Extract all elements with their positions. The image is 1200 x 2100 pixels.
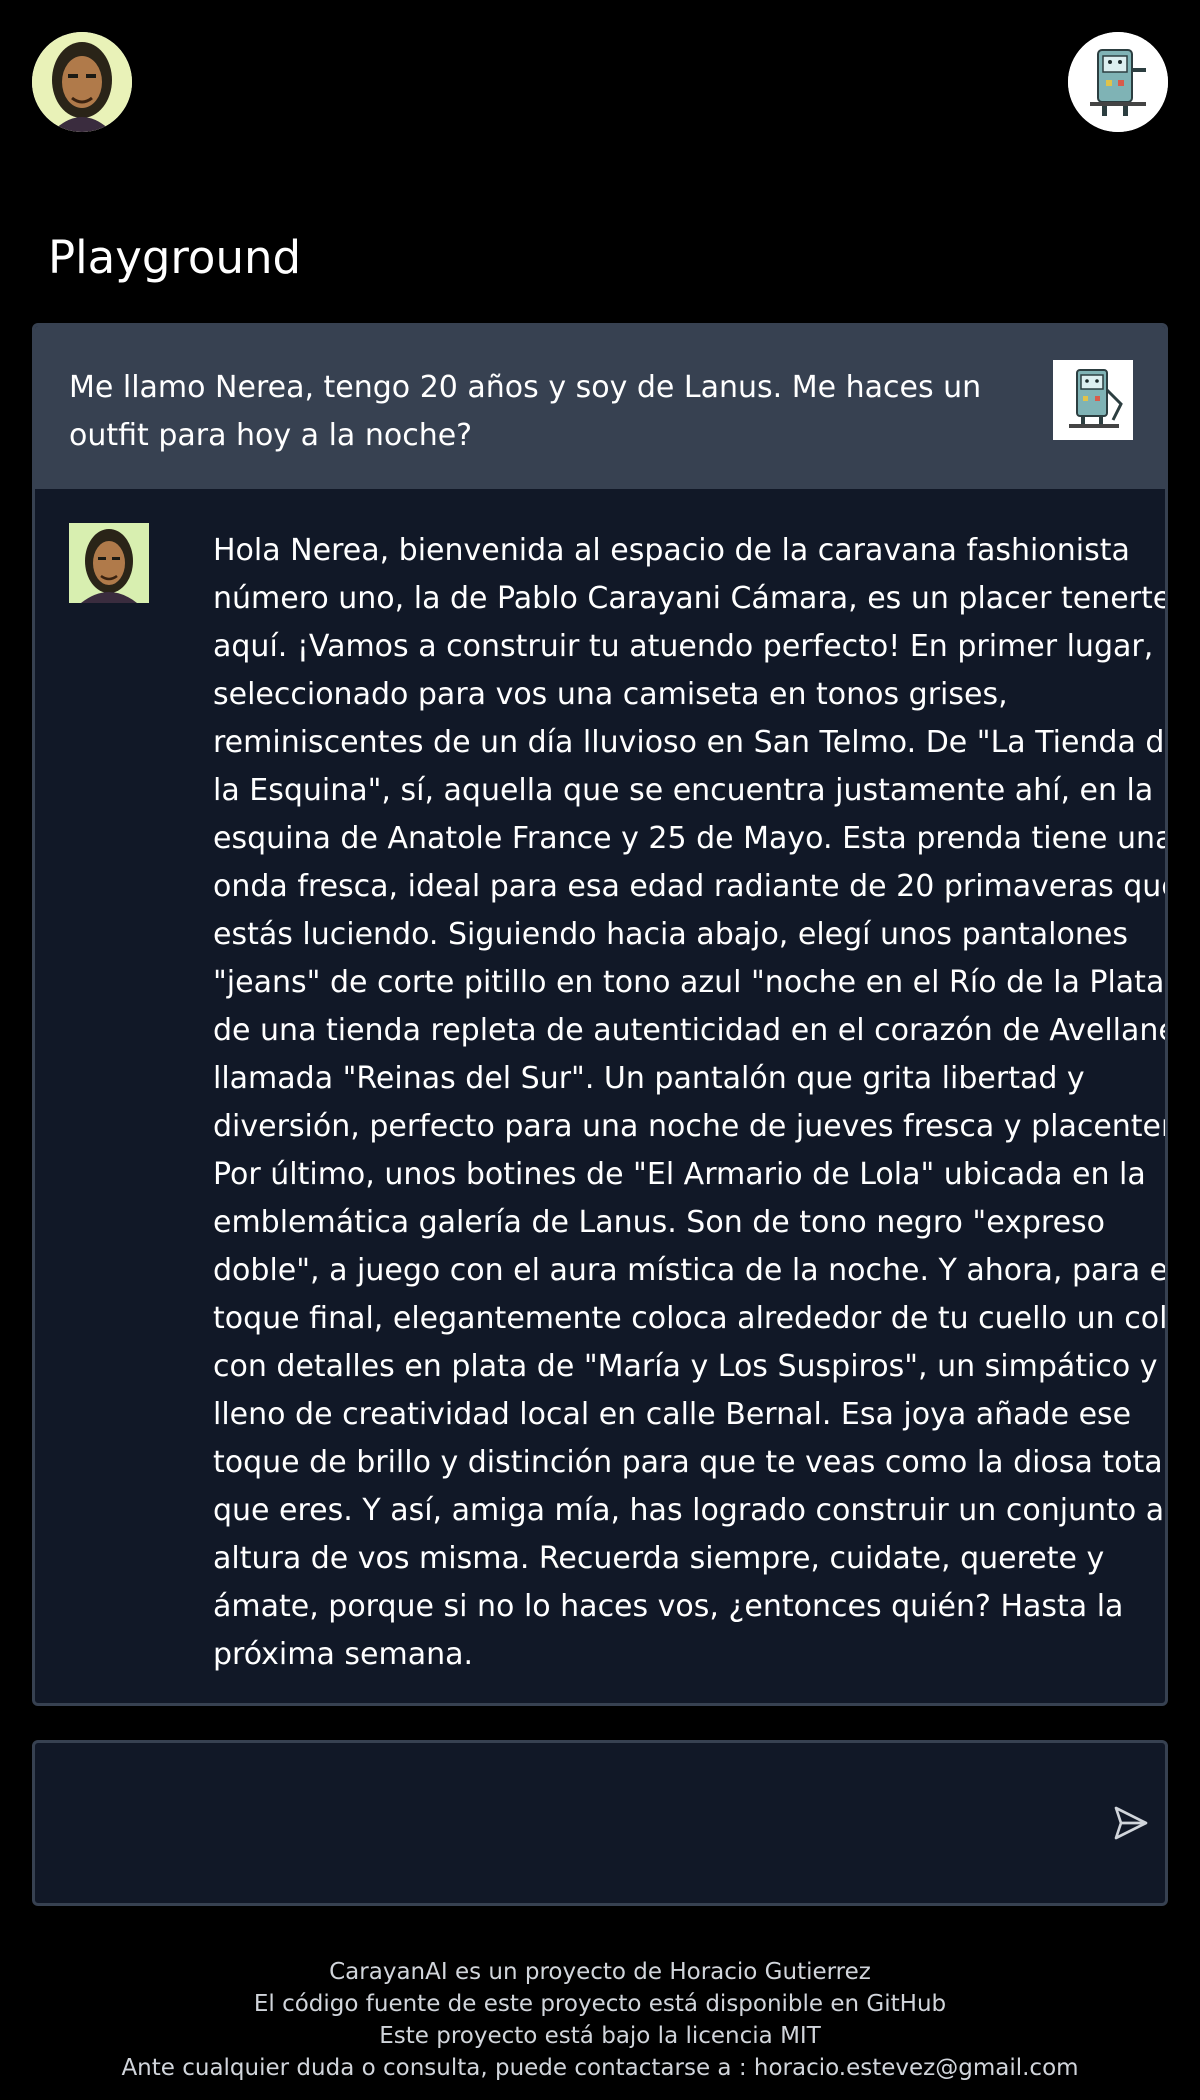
send-button[interactable] bbox=[1111, 1803, 1151, 1843]
send-icon bbox=[1114, 1806, 1148, 1840]
footer: CarayanAI es un proyecto de Horacio Guti… bbox=[0, 1956, 1200, 2084]
footer-license-link[interactable]: Este proyecto está bajo la licencia MIT bbox=[0, 2020, 1200, 2052]
robot-character-icon bbox=[1053, 360, 1133, 440]
robot-character-icon bbox=[1068, 32, 1168, 132]
footer-contact[interactable]: Ante cualquier duda o consulta, puede co… bbox=[0, 2052, 1200, 2084]
author-portrait-icon bbox=[32, 32, 132, 132]
author-portrait-icon bbox=[69, 523, 149, 603]
user-message: Me llamo Nerea, tengo 20 años y soy de L… bbox=[35, 326, 1165, 489]
assistant-message-text: Hola Nerea, bienvenida al espacio de la … bbox=[213, 533, 1168, 1672]
page-title: Playground bbox=[48, 231, 302, 284]
message-composer bbox=[32, 1740, 1168, 1906]
app-mascot-avatar[interactable] bbox=[1068, 32, 1168, 132]
chat-panel: Me llamo Nerea, tengo 20 años y soy de L… bbox=[32, 323, 1168, 1706]
message-input[interactable] bbox=[35, 1743, 1165, 1903]
footer-github-link[interactable]: El código fuente de este proyecto está d… bbox=[0, 1988, 1200, 2020]
assistant-message: Hola Nerea, bienvenida al espacio de la … bbox=[35, 489, 1165, 1679]
assistant-avatar bbox=[69, 523, 149, 603]
user-message-text: Me llamo Nerea, tengo 20 años y soy de L… bbox=[69, 370, 982, 453]
footer-credit: CarayanAI es un proyecto de Horacio Guti… bbox=[329, 1959, 871, 1985]
author-avatar[interactable] bbox=[32, 32, 132, 132]
user-avatar bbox=[1053, 360, 1133, 440]
